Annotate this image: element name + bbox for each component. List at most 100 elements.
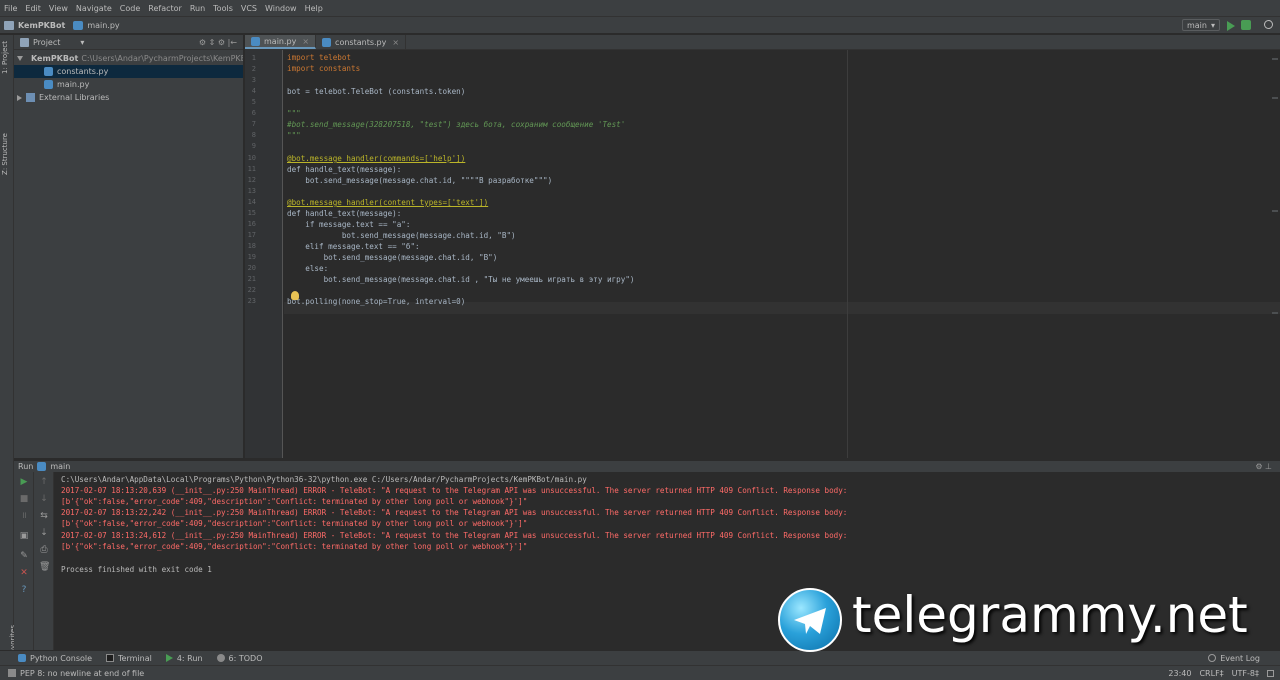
tool-tab-event-log[interactable]: Event Log — [1208, 654, 1260, 663]
stop-icon[interactable]: ■ — [19, 495, 29, 504]
lock-icon[interactable] — [1267, 669, 1274, 677]
tree-file-constants[interactable]: constants.py — [14, 65, 243, 78]
expand-arrow-icon[interactable] — [17, 56, 23, 61]
code-line: import telebot — [287, 53, 352, 62]
tool-tab-run[interactable]: 4: Run — [165, 654, 203, 663]
project-panel-title[interactable]: Project — [33, 38, 60, 47]
console-error-line: [b'{"ok":false,"error_code":409,"descrip… — [61, 542, 528, 551]
clear-icon[interactable]: 🗑 — [39, 563, 50, 572]
terminal-icon — [106, 654, 115, 662]
run-config-tab[interactable]: main — [50, 462, 70, 471]
menu-code[interactable]: Code — [120, 4, 140, 13]
project-panel-header: Project ▾ ⚙ ⇕ ⚙ |← — [14, 35, 243, 50]
expand-arrow-icon[interactable] — [17, 94, 22, 101]
code-line: elif message.text == "б": — [287, 242, 420, 251]
breadcrumb-project-label: KemPKBot — [18, 20, 66, 30]
print-icon[interactable]: ⎙ — [39, 546, 49, 555]
line-number: 6 — [251, 109, 256, 117]
line-number: 21 — [247, 275, 256, 283]
menu-view[interactable]: View — [49, 4, 68, 13]
close-icon[interactable]: × — [302, 37, 309, 46]
menu-vcs[interactable]: VCS — [241, 4, 257, 13]
soft-wrap-icon[interactable]: ⇆ — [39, 512, 49, 521]
line-number: 23 — [247, 297, 256, 305]
menu-refactor[interactable]: Refactor — [148, 4, 182, 13]
console-error-line: 2017-02-07 18:13:24,612 (__init__.py:250… — [61, 531, 848, 540]
menu-navigate[interactable]: Navigate — [76, 4, 112, 13]
file-encoding[interactable]: UTF-8‡ — [1232, 669, 1259, 678]
tree-file-label: main.py — [57, 80, 90, 89]
scroll-marker[interactable] — [1272, 97, 1278, 99]
telegram-logo-icon — [778, 588, 842, 652]
todo-icon — [216, 654, 225, 662]
scroll-marker[interactable] — [1272, 58, 1278, 60]
chevron-down-icon: ▾ — [1210, 20, 1215, 30]
gear-icon[interactable]: ⚙ ⇕ ⚙ |← — [199, 38, 237, 47]
breadcrumb-project[interactable]: KemPKBot — [4, 20, 66, 30]
code-line: """ — [287, 109, 301, 118]
run-config-select[interactable]: main ▾ — [1181, 19, 1220, 31]
tree-file-main[interactable]: main.py — [14, 78, 243, 91]
pause-icon[interactable]: ॥ — [19, 512, 29, 521]
tool-tab-project[interactable]: 1: Project — [1, 41, 9, 74]
breadcrumb-file[interactable]: main.py — [73, 20, 120, 30]
tab-constants-py[interactable]: constants.py × — [316, 35, 407, 49]
scroll-marker[interactable] — [1272, 210, 1278, 212]
line-number: 4 — [251, 87, 256, 95]
python-file-icon — [37, 462, 47, 471]
code-line: bot.send_message(message.chat.id, "B") — [287, 253, 498, 262]
status-message: PEP 8: no newline at end of file — [20, 668, 145, 678]
help-icon[interactable]: ? — [19, 586, 29, 595]
line-number-gutter: 1 2 3 4 5 6 7 8 9 10 11 12 13 14 15 16 1… — [245, 50, 283, 458]
tool-tab-terminal[interactable]: Terminal — [106, 654, 152, 663]
close-icon[interactable]: ✕ — [19, 569, 29, 578]
menu-help[interactable]: Help — [305, 4, 323, 13]
tree-external-label: External Libraries — [39, 93, 110, 102]
console-error-line: [b'{"ok":false,"error_code":409,"descrip… — [61, 497, 528, 506]
tab-label: constants.py — [335, 37, 387, 47]
right-margin-guide — [847, 50, 848, 458]
debug-button[interactable] — [1241, 20, 1251, 30]
console-error-line: 2017-02-07 18:13:20,639 (__init__.py:250… — [61, 486, 848, 495]
pin-icon[interactable]: ✎ — [19, 552, 29, 561]
menu-file[interactable]: File — [4, 4, 17, 13]
code-line: bot.send_message(message.chat.id , "Ты н… — [287, 275, 635, 284]
scroll-marker[interactable] — [1272, 312, 1278, 314]
scroll-end-icon[interactable]: ⇣ — [39, 529, 49, 538]
chevron-down-icon[interactable]: ▾ — [80, 38, 84, 47]
editor-tabs: main.py × constants.py × — [245, 35, 1280, 50]
dump-threads-icon[interactable]: ▣ — [19, 532, 29, 541]
tree-external-libraries[interactable]: External Libraries — [14, 91, 243, 104]
code-line: import constants — [287, 64, 361, 73]
line-number: 15 — [247, 209, 256, 217]
tree-root[interactable]: KemPKBot C:\Users\Andar\PycharmProjects\… — [14, 52, 243, 65]
lightbulb-icon[interactable] — [291, 291, 299, 300]
line-number: 3 — [251, 76, 256, 84]
code-lines[interactable]: import telebot import constants bot = te… — [284, 50, 844, 458]
arrow-up-icon[interactable]: ↑ — [39, 478, 49, 487]
arrow-down-icon[interactable]: ↓ — [39, 495, 49, 504]
code-line: def handle_text(message): — [287, 165, 402, 174]
tab-label: main.py — [264, 36, 297, 46]
tool-tab-structure[interactable]: Z: Structure — [1, 133, 9, 175]
menu-run[interactable]: Run — [190, 4, 205, 13]
line-number: 14 — [247, 198, 256, 206]
tab-main-py[interactable]: main.py × — [245, 35, 317, 49]
menu-window[interactable]: Window — [265, 4, 297, 13]
menu-tools[interactable]: Tools — [213, 4, 233, 13]
rerun-icon[interactable]: ▶ — [19, 478, 29, 487]
code-line: bot = telebot.TeleBot (constants.token) — [287, 87, 466, 96]
menu-edit[interactable]: Edit — [25, 4, 41, 13]
python-file-icon — [73, 20, 84, 30]
tool-tab-todo[interactable]: 6: TODO — [216, 654, 262, 663]
line-number: 10 — [247, 154, 256, 162]
close-icon[interactable]: × — [392, 38, 399, 47]
line-separator[interactable]: CRLF‡ — [1199, 669, 1223, 678]
gear-icon[interactable]: ⚙ ⊥ — [1255, 462, 1272, 471]
search-icon[interactable] — [1264, 20, 1273, 29]
python-console-icon — [18, 654, 26, 662]
left-tool-stripe: 1: Project Z: Structure 2: Favorites — [0, 35, 17, 657]
cursor-position[interactable]: 23:40 — [1168, 669, 1191, 678]
tool-tab-python-console[interactable]: Python Console — [18, 654, 92, 663]
run-button[interactable] — [1227, 21, 1235, 31]
